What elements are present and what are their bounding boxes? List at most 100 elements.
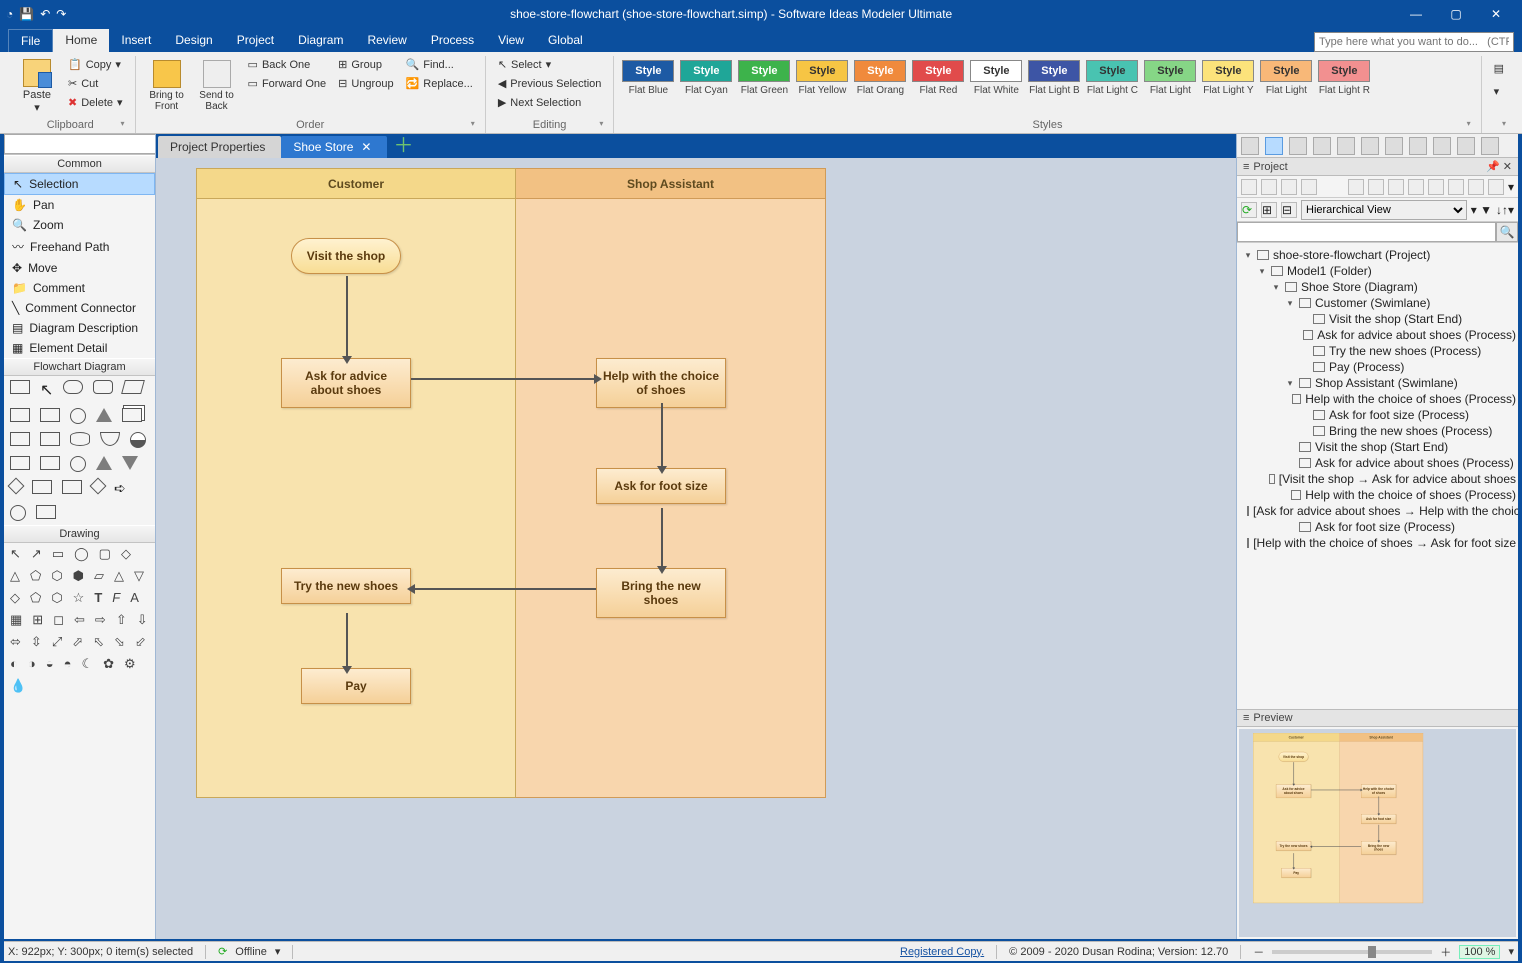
style-chip[interactable]: Style [912, 60, 964, 82]
tb-btn[interactable] [1488, 179, 1504, 195]
draw-tool[interactable]: ⬠ [30, 569, 41, 583]
panel-btn[interactable] [1361, 137, 1379, 155]
style-chip[interactable]: Style [970, 60, 1022, 82]
tab-project-properties[interactable]: Project Properties [158, 136, 281, 158]
draw-tool[interactable]: ◯ [74, 547, 89, 561]
diagram-canvas[interactable]: CustomerShop AssistantVisit the shopAsk … [156, 158, 1236, 939]
replace-button[interactable]: 🔁 Replace... [402, 75, 477, 92]
tree-node[interactable]: Ask for advice about shoes (Process) [1239, 327, 1516, 343]
draw-tool[interactable]: ☾ [81, 657, 93, 671]
sort-icon[interactable]: ↓↑▾ [1496, 203, 1514, 217]
style-chip[interactable]: Style [680, 60, 732, 82]
tree-node[interactable]: [Visit the shop → Ask for advice about s… [1239, 471, 1516, 487]
command-search-input[interactable] [1314, 32, 1514, 52]
zoom-slider[interactable] [1272, 950, 1432, 954]
tree-node[interactable]: Help with the choice of shoes (Process) [1239, 391, 1516, 407]
style-chip[interactable]: Style [738, 60, 790, 82]
tree-node[interactable]: [Help with the choice of shoes → Ask for… [1239, 535, 1516, 551]
panel-btn[interactable] [1313, 137, 1331, 155]
tree-node[interactable]: ▾shoe-store-flowchart (Project) [1239, 247, 1516, 263]
shape-multi[interactable] [122, 408, 142, 422]
draw-tool[interactable]: ▽ [134, 569, 144, 583]
menu-insert[interactable]: Insert [109, 29, 163, 52]
tb-btn[interactable] [1468, 179, 1484, 195]
style-chip[interactable]: Style [1318, 60, 1370, 82]
tree-search-input[interactable] [1237, 222, 1496, 242]
tool-selection[interactable]: ↖Selection [4, 173, 155, 195]
node-visit[interactable]: Visit the shop [291, 238, 401, 274]
tree-node[interactable]: Try the new shoes (Process) [1239, 343, 1516, 359]
copy-button[interactable]: 📋Copy ▾ [64, 56, 127, 73]
panel-btn[interactable] [1409, 137, 1427, 155]
draw-tool[interactable]: 💧 [10, 679, 26, 693]
paste-button[interactable]: Paste▾ [14, 56, 60, 116]
draw-tool[interactable]: ⬂ [114, 635, 125, 649]
shape-x1[interactable] [62, 480, 82, 494]
style-chip[interactable]: Style [796, 60, 848, 82]
tree-node[interactable]: ▾Shoe Store (Diagram) [1239, 279, 1516, 295]
panel-btn[interactable] [1337, 137, 1355, 155]
tb-btn[interactable] [1448, 179, 1464, 195]
back-one-button[interactable]: ▭ Back One [244, 56, 331, 73]
style-gallery-more[interactable]: ▤ [1490, 60, 1508, 77]
zoom-menu[interactable]: ▾ [1508, 945, 1514, 958]
expand-icon[interactable]: ⊞ [1261, 202, 1277, 218]
shape-card[interactable] [10, 432, 30, 446]
zoom-out-button[interactable]: － [1253, 944, 1264, 960]
panel-btn[interactable] [1385, 137, 1403, 155]
style-chip[interactable]: Style [1202, 60, 1254, 82]
panel-btn[interactable] [1289, 137, 1307, 155]
filter-icon[interactable]: ▾ ▼ [1471, 203, 1492, 217]
draw-tool[interactable]: ⬡ [51, 591, 62, 605]
bring-to-front-button[interactable]: Bring to Front [144, 56, 190, 116]
menu-global[interactable]: Global [536, 29, 595, 52]
shape-junction[interactable] [130, 432, 146, 448]
select-button[interactable]: ↖ Select ▾ [494, 56, 606, 73]
draw-tool[interactable]: ⚙ [124, 657, 136, 671]
node-pay[interactable]: Pay [1281, 868, 1311, 878]
collapse-icon[interactable]: ⊟ [1281, 202, 1297, 218]
node-ask_advice[interactable]: Ask for advice about shoes [1276, 784, 1311, 798]
maximize-button[interactable]: ▢ [1436, 0, 1476, 28]
draw-tool[interactable]: ⤢ [52, 635, 62, 649]
draw-tool[interactable]: ◇ [121, 547, 131, 561]
registered-link[interactable]: Registered Copy. [900, 946, 984, 958]
draw-tool[interactable]: ◒ [46, 657, 54, 671]
shape-conn[interactable] [70, 456, 86, 472]
node-bring[interactable]: Bring the new shoes [596, 568, 726, 618]
panel-btn[interactable] [1481, 137, 1499, 155]
shape-diamond[interactable] [96, 408, 112, 422]
preview-viewport[interactable]: CustomerShop AssistantVisit the shopAsk … [1239, 729, 1516, 937]
shape-cursor[interactable]: ↖ [40, 380, 53, 400]
add-tab-button[interactable]: ＋ [387, 129, 419, 158]
tb-btn[interactable] [1348, 179, 1364, 195]
tool-zoom[interactable]: 🔍Zoom [4, 215, 155, 235]
menu-process[interactable]: Process [419, 29, 486, 52]
close-button[interactable]: ✕ [1476, 0, 1516, 28]
shape-rect[interactable] [10, 380, 30, 394]
shape-circle[interactable] [70, 408, 86, 424]
forward-one-button[interactable]: ▭ Forward One [244, 75, 331, 92]
menu-file[interactable]: File [8, 29, 53, 52]
search-icon[interactable]: 🔍 [1496, 222, 1518, 242]
next-selection-button[interactable]: ▶ Next Selection [494, 94, 606, 111]
draw-tool[interactable]: ⇨ [95, 613, 106, 627]
refresh-icon[interactable]: ⟳ [1241, 202, 1257, 218]
tree-node[interactable]: Bring the new shoes (Process) [1239, 423, 1516, 439]
style-chip[interactable]: Style [1260, 60, 1312, 82]
shape-sort[interactable] [90, 478, 107, 495]
tree-node[interactable]: ▾Shop Assistant (Swimlane) [1239, 375, 1516, 391]
menu-home[interactable]: Home [53, 29, 109, 52]
ungroup-button[interactable]: ⊟ Ungroup [334, 75, 397, 92]
draw-tool[interactable]: ⇧ [116, 613, 127, 627]
tree-node[interactable]: Ask for advice about shoes (Process) [1239, 455, 1516, 471]
tool-pan[interactable]: ✋Pan [4, 195, 155, 215]
draw-tool[interactable]: ⬢ [73, 569, 84, 583]
shape-round2[interactable] [93, 380, 113, 394]
tree-node[interactable]: Visit the shop (Start End) [1239, 311, 1516, 327]
panel-btn[interactable] [1433, 137, 1451, 155]
tool-diagram-description[interactable]: ▤Diagram Description [4, 318, 155, 338]
shape-arrow[interactable]: ➪ [114, 480, 126, 497]
find-button[interactable]: 🔍 Find... [402, 56, 477, 73]
shape-offpage[interactable] [36, 505, 56, 519]
